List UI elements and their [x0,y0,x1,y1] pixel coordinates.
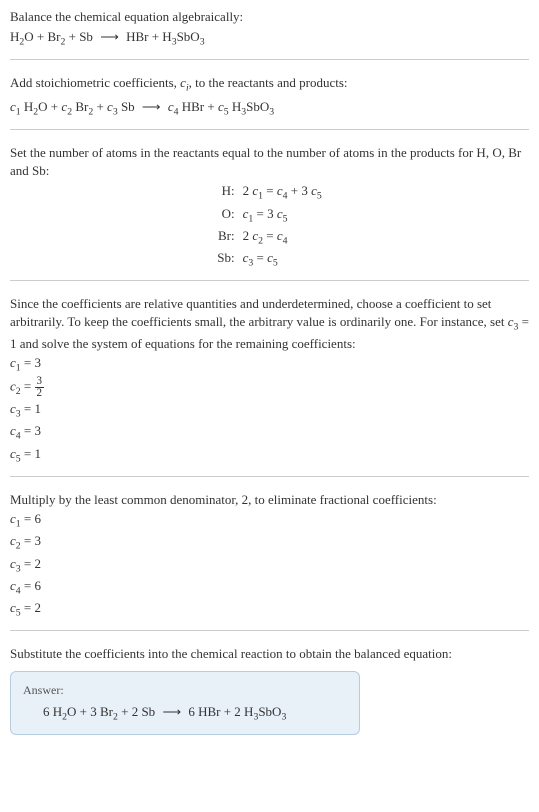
divider-2 [10,129,529,130]
coeff2-c4: c4 = 6 [10,577,529,598]
answer-box: Answer: 6 H2O + 3 Br2 + 2 Sb ⟶ 6 HBr + 2… [10,671,360,735]
step6-section: Substitute the coefficients into the che… [10,645,529,735]
step5-intro: Multiply by the least common denominator… [10,491,529,509]
step1-section: Balance the chemical equation algebraica… [10,8,529,49]
coeff2-c5: c5 = 2 [10,599,529,620]
atom-eq-sb: c3 = c5 [243,249,529,270]
coeff2-c2: c2 = 3 [10,532,529,553]
step2-equation: c1 H2O + c2 Br2 + c3 Sb ⟶ c4 HBr + c5 H3… [10,98,529,119]
step1-equation: H2O + Br2 + Sb ⟶ HBr + H3SbO3 [10,28,529,49]
atom-label-sb: Sb: [10,249,235,270]
divider-1 [10,59,529,60]
atom-label-o: O: [10,205,235,226]
step4-section: Since the coefficients are relative quan… [10,295,529,466]
step3-section: Set the number of atoms in the reactants… [10,144,529,270]
answer-equation: 6 H2O + 3 Br2 + 2 Sb ⟶ 6 HBr + 2 H3SbO3 [23,703,347,724]
step1-intro: Balance the chemical equation algebraica… [10,8,529,26]
atom-balance-table: H: 2 c1 = c4 + 3 c5 O: c1 = 3 c5 Br: 2 c… [10,182,529,270]
coeff2-c3: c3 = 2 [10,555,529,576]
atom-label-h: H: [10,182,235,203]
atom-label-br: Br: [10,227,235,248]
divider-5 [10,630,529,631]
atom-eq-br: 2 c2 = c4 [243,227,529,248]
coeff-c4: c4 = 3 [10,422,529,443]
step2-intro: Add stoichiometric coefficients, ci, to … [10,74,529,95]
coeff-c1: c1 = 3 [10,354,529,375]
answer-label: Answer: [23,682,347,699]
divider-4 [10,476,529,477]
coeff-c3: c3 = 1 [10,400,529,421]
coeff2-c1: c1 = 6 [10,510,529,531]
divider-3 [10,280,529,281]
step6-intro: Substitute the coefficients into the che… [10,645,529,663]
step5-section: Multiply by the least common denominator… [10,491,529,620]
atom-eq-o: c1 = 3 c5 [243,205,529,226]
step3-intro: Set the number of atoms in the reactants… [10,144,529,180]
coeff-c2: c2 = 32 [10,376,529,399]
step4-intro: Since the coefficients are relative quan… [10,295,529,353]
step2-section: Add stoichiometric coefficients, ci, to … [10,74,529,118]
atom-eq-h: 2 c1 = c4 + 3 c5 [243,182,529,203]
coeff-c5: c5 = 1 [10,445,529,466]
